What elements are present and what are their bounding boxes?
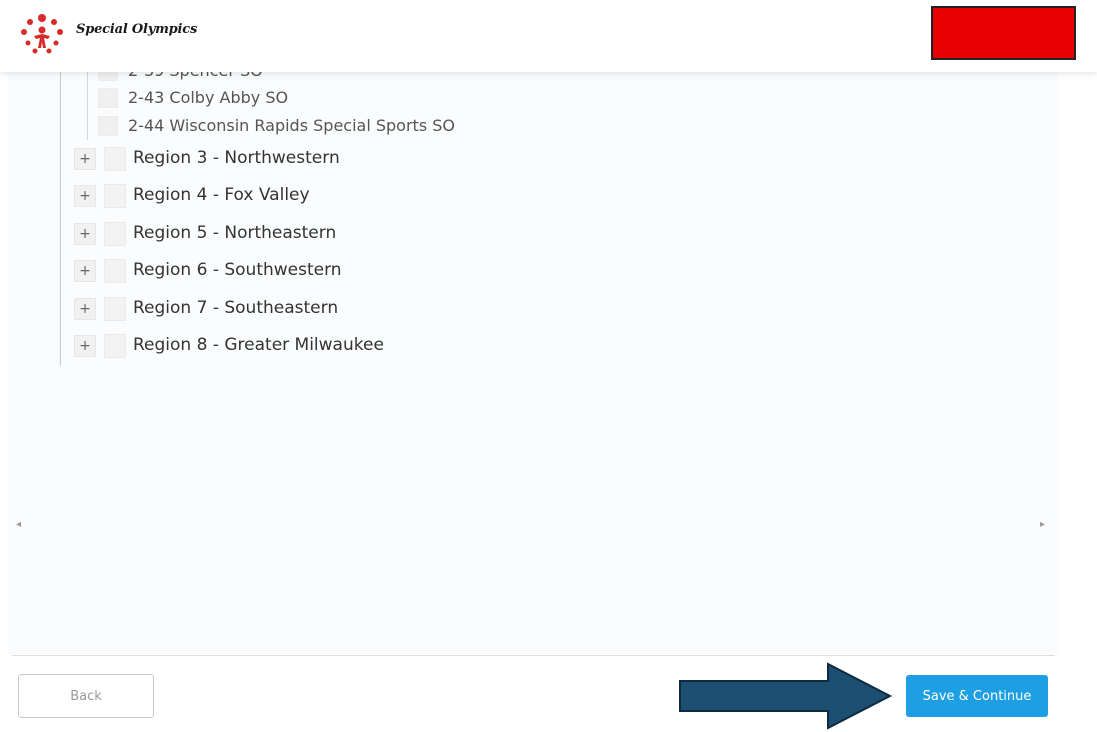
checkbox[interactable] — [104, 297, 126, 321]
tree-child-label: 2-43 Colby Abby SO — [128, 88, 289, 107]
checkbox[interactable] — [104, 222, 126, 246]
checkbox[interactable] — [104, 147, 126, 171]
tree-region-label: Region 3 - Northwestern — [133, 148, 340, 168]
tree-region-label: Region 4 - Fox Valley — [133, 185, 310, 205]
tree-child-label: 2-44 Wisconsin Rapids Special Sports SO — [128, 116, 455, 135]
checkbox[interactable] — [104, 334, 126, 358]
checkbox[interactable] — [104, 259, 126, 283]
header: Special Olympics — [0, 0, 1097, 72]
back-button[interactable]: Back — [18, 674, 154, 718]
tree-connector-line — [60, 72, 61, 366]
redaction-block — [931, 6, 1076, 60]
expand-icon[interactable]: + — [74, 223, 96, 245]
tree-region-label: Region 5 - Northeastern — [133, 223, 337, 243]
tree-region-label: Region 7 - Southeastern — [133, 298, 339, 318]
scroll-left-icon[interactable]: ◂ — [16, 517, 21, 533]
expand-icon[interactable]: + — [74, 185, 96, 207]
save-continue-button[interactable]: Save & Continue — [906, 675, 1048, 717]
brand-name: Special Olympics — [76, 22, 198, 37]
tree-region-label: Region 8 - Greater Milwaukee — [133, 335, 384, 355]
scroll-right-icon[interactable]: ▸ — [1040, 517, 1045, 533]
annotation-arrow-icon — [679, 662, 893, 730]
expand-icon[interactable]: + — [74, 148, 96, 170]
expand-icon[interactable]: + — [74, 335, 96, 357]
expand-icon[interactable]: + — [74, 298, 96, 320]
expand-icon[interactable]: + — [74, 260, 96, 282]
tree-region-label: Region 6 - Southwestern — [133, 260, 342, 280]
special-olympics-logo-icon — [21, 14, 63, 54]
child-connector-line — [87, 72, 88, 140]
footer-divider — [12, 655, 1055, 656]
checkbox[interactable] — [104, 184, 126, 208]
tree-panel: 2-39 Spencer SO 2-43 Colby Abby SO 2-44 … — [8, 61, 1058, 654]
checkbox[interactable] — [98, 88, 118, 108]
checkbox[interactable] — [98, 116, 118, 136]
